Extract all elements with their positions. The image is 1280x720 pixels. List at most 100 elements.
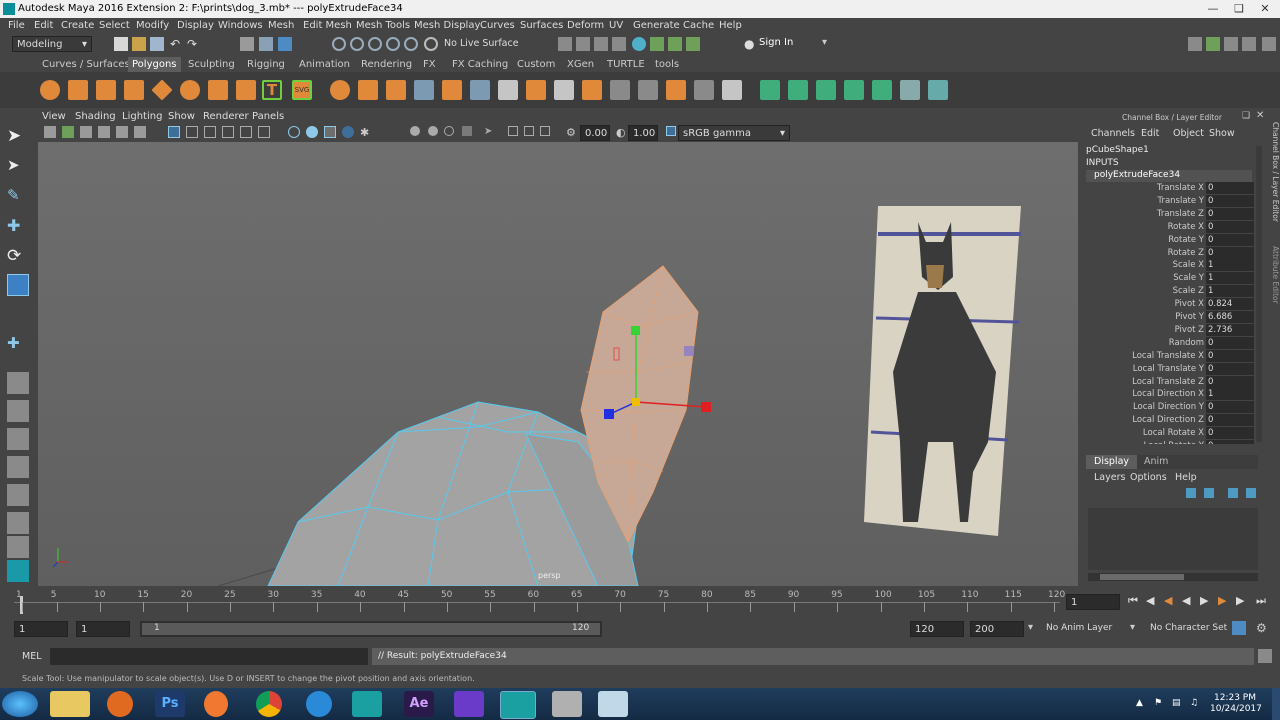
- ipr-render-icon[interactable]: [594, 37, 608, 51]
- toggle-attribute-icon[interactable]: [1224, 37, 1238, 51]
- shelf-tab-sculpting[interactable]: Sculpting: [184, 57, 239, 72]
- maya-active-icon[interactable]: [500, 691, 536, 719]
- undo-icon[interactable]: ↶: [170, 37, 184, 51]
- bookmark-icon[interactable]: [98, 126, 110, 138]
- step-back-icon[interactable]: ◀: [1146, 594, 1154, 607]
- layer-menu-help[interactable]: Help: [1175, 472, 1197, 483]
- anti-aliasing-icon[interactable]: [462, 126, 472, 136]
- panel-menu-lighting[interactable]: Lighting: [122, 110, 162, 124]
- live-surface-icon[interactable]: [424, 37, 438, 51]
- chrome-icon[interactable]: [256, 691, 282, 717]
- animation-end-field[interactable]: 200: [970, 621, 1024, 637]
- toggle-outliner-icon[interactable]: [1242, 37, 1256, 51]
- attribute-scrollbar[interactable]: [1256, 146, 1262, 442]
- snap-view-icon[interactable]: [386, 37, 400, 51]
- smooth-shade-icon[interactable]: [306, 126, 318, 138]
- menu-cache[interactable]: Cache: [683, 18, 714, 34]
- channel-attribute-row[interactable]: Pivot Y 6.686: [1080, 311, 1270, 324]
- layer-tab-display[interactable]: Display: [1086, 455, 1138, 469]
- exposure-icon[interactable]: ⚙: [566, 126, 580, 140]
- clock-time[interactable]: 12:23 PM: [1210, 693, 1260, 704]
- menu-generate[interactable]: Generate: [633, 18, 680, 34]
- uv-cylindrical-icon[interactable]: [788, 80, 808, 100]
- poly-cone-icon[interactable]: [124, 80, 144, 100]
- rotate-tool-icon[interactable]: ⟳: [7, 246, 29, 268]
- grid-icon[interactable]: [168, 126, 180, 138]
- channel-attribute-row[interactable]: Local Translate Y0: [1080, 362, 1270, 376]
- menu-display[interactable]: Display: [177, 18, 214, 34]
- layout-outliner-icon[interactable]: [7, 512, 29, 534]
- panel-menu-panels[interactable]: Panels: [252, 110, 284, 124]
- start-button-icon[interactable]: [2, 691, 38, 717]
- shadows-icon[interactable]: [410, 126, 420, 136]
- attribute-value-field[interactable]: 1: [1206, 272, 1254, 285]
- photoshop-icon[interactable]: Ps: [155, 691, 185, 717]
- snap-point-icon[interactable]: [368, 37, 382, 51]
- poly-cylinder-icon[interactable]: [96, 80, 116, 100]
- toggle-modeling-toolkit-icon[interactable]: [650, 37, 664, 51]
- wireframe-on-shaded-icon[interactable]: [324, 126, 336, 138]
- tray-volume-icon[interactable]: ♫: [1190, 698, 1198, 709]
- prev-key-icon[interactable]: ◀: [1164, 594, 1172, 607]
- toggle-tool-settings-icon[interactable]: [686, 37, 700, 51]
- shelf-tab-xgen[interactable]: XGen: [563, 57, 598, 72]
- channel-attribute-row[interactable]: Pivot X 0.824: [1080, 298, 1270, 311]
- color-management-icon[interactable]: [666, 126, 676, 136]
- attribute-value-field[interactable]: 0: [1206, 233, 1254, 246]
- fill-hole-icon[interactable]: [694, 80, 714, 100]
- render-view-icon[interactable]: [558, 37, 572, 51]
- bridge-icon[interactable]: [470, 80, 490, 100]
- script-editor-icon[interactable]: [1258, 649, 1272, 663]
- scale-center-handle[interactable]: [632, 398, 640, 406]
- uv-spherical-icon[interactable]: [816, 80, 836, 100]
- panel-menu-view[interactable]: View: [42, 110, 66, 124]
- gate-mask-icon[interactable]: [222, 126, 234, 138]
- channel-attribute-row[interactable]: Translate X0: [1080, 182, 1270, 195]
- shelf-tab-custom[interactable]: Custom: [513, 57, 559, 72]
- layout-graph-icon[interactable]: [7, 536, 29, 558]
- anim-layer-label[interactable]: No Anim Layer: [1046, 623, 1112, 633]
- attribute-value-field[interactable]: 0: [1206, 336, 1254, 349]
- redo-icon[interactable]: ↷: [187, 37, 201, 51]
- channel-attribute-row[interactable]: Scale Z1: [1080, 285, 1270, 298]
- sign-in-chevron-icon[interactable]: ▾: [822, 37, 827, 48]
- channel-attribute-row[interactable]: Local Translate Z0: [1080, 375, 1270, 389]
- safe-action-icon[interactable]: [258, 126, 270, 138]
- menu-create[interactable]: Create: [61, 18, 94, 34]
- layout-persp-graph-icon[interactable]: [7, 456, 29, 478]
- channel-attribute-row[interactable]: Local Direction X1: [1080, 388, 1270, 401]
- layer-move-up-icon[interactable]: [1186, 488, 1196, 498]
- poly-pipe-icon[interactable]: [236, 80, 256, 100]
- step-forward-icon[interactable]: ▶: [1236, 594, 1244, 607]
- poly-sphere-icon[interactable]: [40, 80, 60, 100]
- snap-grid-icon[interactable]: [332, 37, 346, 51]
- menu-uv[interactable]: UV: [609, 18, 623, 34]
- menu-mesh[interactable]: Mesh: [268, 18, 294, 34]
- move-tool-icon[interactable]: ✚: [7, 216, 29, 238]
- attribute-value-field[interactable]: 0: [1206, 182, 1254, 194]
- multi-cut-icon[interactable]: [554, 80, 574, 100]
- sign-in-label[interactable]: Sign In: [759, 37, 793, 48]
- poly-type-icon[interactable]: T: [262, 80, 282, 100]
- reference-image-plane[interactable]: [864, 206, 1021, 536]
- time-slider[interactable]: 1 5 10 15 20 25 30 35 40 45 50 55 60 65 70 75 80 85 90 95 10…: [0, 588, 1280, 616]
- range-slider[interactable]: 1 120: [140, 621, 602, 637]
- auto-key-icon[interactable]: [1232, 621, 1246, 635]
- channel-attribute-row[interactable]: Local Rotate X0: [1080, 427, 1270, 440]
- layout-persp-outliner-icon[interactable]: [7, 428, 29, 450]
- shelf-tab-tools[interactable]: tools: [651, 57, 683, 72]
- separate-icon[interactable]: [358, 80, 378, 100]
- user-icon[interactable]: ●: [744, 37, 758, 51]
- shape-node-label[interactable]: pCubeShape1: [1086, 145, 1149, 155]
- input-node-label[interactable]: polyExtrudeFace34: [1094, 170, 1180, 180]
- panel-menu-shading[interactable]: Shading: [75, 110, 116, 124]
- reduce-icon[interactable]: [722, 80, 742, 100]
- side-tab-channel-box[interactable]: Channel Box / Layer Editor: [1268, 122, 1280, 232]
- image-plane-icon[interactable]: [116, 126, 128, 138]
- layer-tab-anim[interactable]: Anim: [1144, 455, 1168, 469]
- menu-edit-mesh[interactable]: Edit Mesh: [303, 18, 352, 34]
- layer-move-down-icon[interactable]: [1204, 488, 1214, 498]
- xray-joints-icon[interactable]: [524, 126, 534, 136]
- menu-file[interactable]: File: [8, 18, 25, 34]
- snap-surface-icon[interactable]: [404, 37, 418, 51]
